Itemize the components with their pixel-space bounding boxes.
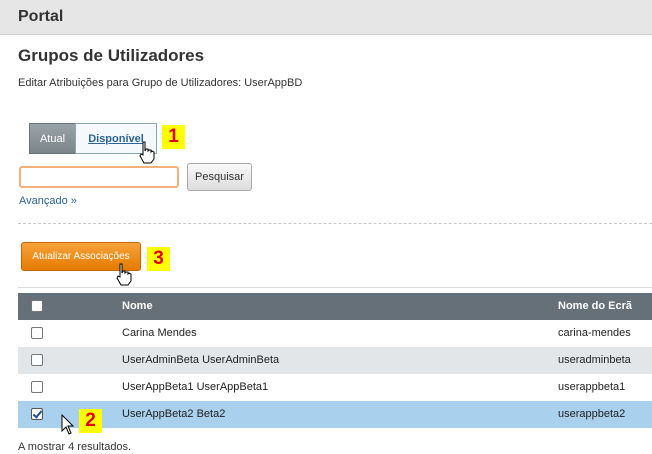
- row-checkbox-checked[interactable]: [31, 408, 43, 420]
- row-screen-name: userappbeta2: [558, 408, 626, 420]
- hand-cursor-icon: [116, 263, 132, 286]
- search-button[interactable]: Pesquisar: [187, 163, 252, 191]
- page-title: Grupos de Utilizadores: [18, 46, 205, 65]
- users-table: Nome Nome do Ecrã Carina Mendes carina-m…: [18, 293, 652, 428]
- row-name: UserAppBeta1 UserAppBeta1: [122, 381, 269, 393]
- tab-atual[interactable]: Atual: [29, 123, 75, 154]
- results-count: A mostrar 4 resultados.: [18, 441, 132, 453]
- page-subtitle: Editar Atribuições para Grupo de Utiliza…: [18, 77, 303, 89]
- row-name: Carina Mendes: [122, 327, 197, 339]
- portal-header: Portal: [0, 0, 652, 35]
- table-row[interactable]: Carina Mendes carina-mendes: [18, 320, 652, 347]
- row-screen-name: userappbeta1: [558, 381, 626, 393]
- row-checkbox[interactable]: [31, 327, 43, 339]
- arrow-cursor-icon: [61, 414, 75, 435]
- hand-cursor-icon: [139, 141, 155, 164]
- table-divider: [18, 287, 652, 288]
- row-screen-name: useradminbeta: [558, 354, 631, 366]
- marker-3: 3: [147, 247, 170, 271]
- advanced-link[interactable]: Avançado »: [19, 195, 77, 207]
- column-header-nome[interactable]: Nome: [122, 300, 153, 312]
- search-input[interactable]: [19, 166, 179, 188]
- table-row[interactable]: UserAdminBeta UserAdminBeta useradminbet…: [18, 347, 652, 374]
- row-name: UserAdminBeta UserAdminBeta: [122, 354, 280, 366]
- column-header-nome-do-ecra[interactable]: Nome do Ecrã: [558, 300, 632, 312]
- row-checkbox[interactable]: [31, 381, 43, 393]
- section-divider: [18, 223, 652, 224]
- table-row-selected[interactable]: UserAppBeta2 Beta2 userappbeta2: [18, 401, 652, 428]
- portal-title: Portal: [18, 8, 64, 25]
- marker-1: 1: [162, 125, 185, 149]
- row-name: UserAppBeta2 Beta2: [122, 408, 226, 420]
- table-header-row: Nome Nome do Ecrã: [18, 293, 652, 320]
- select-all-checkbox[interactable]: [31, 300, 43, 312]
- table-row[interactable]: UserAppBeta1 UserAppBeta1 userappbeta1: [18, 374, 652, 401]
- marker-2: 2: [79, 409, 102, 433]
- row-screen-name: carina-mendes: [558, 327, 631, 339]
- row-checkbox[interactable]: [31, 354, 43, 366]
